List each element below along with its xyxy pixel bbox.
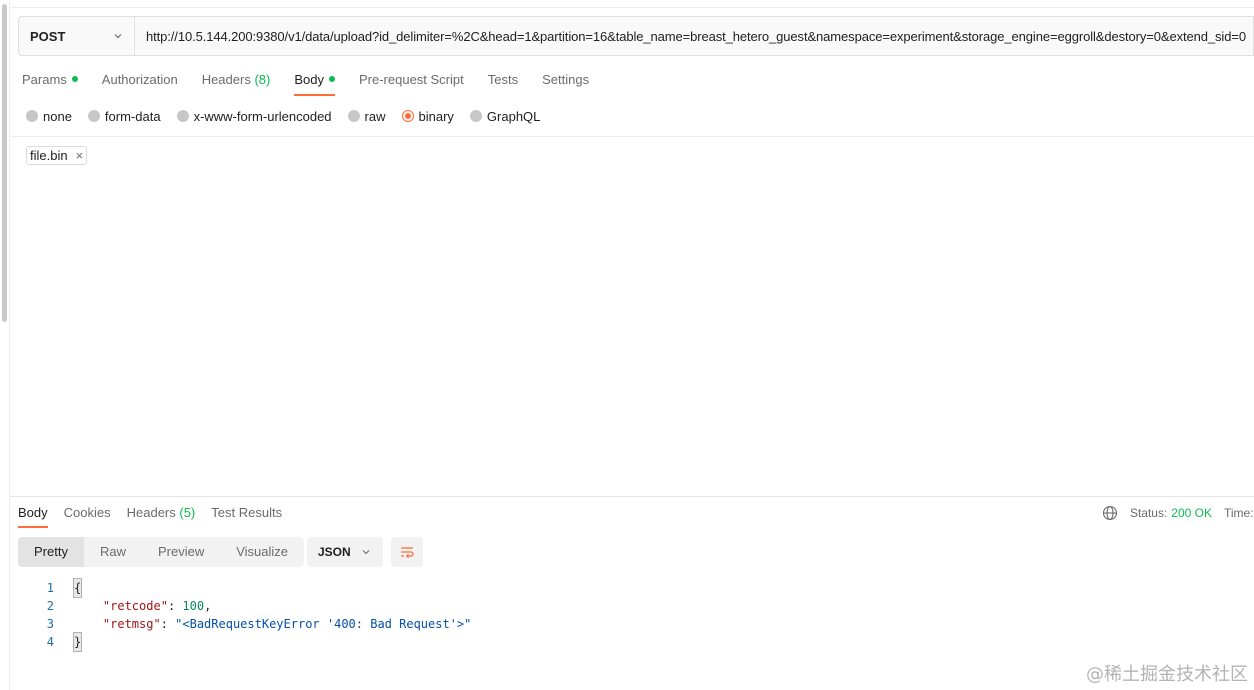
code-line: 1{: [18, 578, 471, 598]
close-icon[interactable]: ×: [76, 149, 84, 162]
tab-label: Body: [294, 72, 324, 87]
tab-label: Params: [22, 72, 67, 87]
wrap-lines-icon: [401, 547, 414, 559]
method-label: POST: [30, 28, 66, 44]
body-type-radios: none form-data x-www-form-urlencoded raw…: [26, 106, 556, 126]
line-number: 2: [46, 599, 54, 613]
active-dot-icon: [71, 76, 78, 82]
radio-selected-icon: [401, 110, 414, 122]
globe-icon[interactable]: [1102, 505, 1118, 521]
radio-binary[interactable]: binary: [401, 108, 454, 124]
method-select[interactable]: POST: [19, 17, 135, 55]
status-value[interactable]: 200 OK: [1171, 506, 1212, 520]
divider: [10, 496, 1254, 497]
active-dot-icon: [328, 76, 335, 82]
wrap-lines-button[interactable]: [391, 537, 423, 567]
chevron-down-icon: [362, 550, 370, 555]
resp-tab-cookies[interactable]: Cookies: [64, 500, 111, 528]
radio-icon: [469, 110, 482, 122]
radio-label: GraphQL: [486, 108, 541, 124]
tab-headers[interactable]: Headers (8): [202, 66, 271, 96]
radio-none[interactable]: none: [26, 109, 72, 124]
json-key: "retmsg": [102, 617, 161, 631]
chevron-down-icon: [114, 34, 122, 39]
file-chip[interactable]: file.bin ×: [26, 146, 88, 165]
watermark: @稀土掘金技术社区: [1086, 664, 1248, 685]
radio-label: raw: [364, 108, 386, 124]
radio-icon: [347, 110, 360, 122]
tab-count: (5): [179, 505, 196, 520]
tab-pre-request-script[interactable]: Pre-request Script: [359, 66, 464, 96]
resp-tab-body[interactable]: Body: [18, 500, 48, 528]
response-status: Status: 200 OK Time:: [1102, 503, 1254, 523]
time-label: Time:: [1224, 506, 1254, 520]
view-mode-segmented: Pretty Raw Preview Visualize: [18, 537, 305, 567]
code-line: 2 "retcode": 100,: [18, 597, 471, 615]
radio-raw[interactable]: raw: [347, 108, 386, 124]
tab-label: Authorization: [101, 72, 178, 87]
radio-label: binary: [418, 108, 454, 124]
radio-x-www-form-urlencoded[interactable]: x-www-form-urlencoded: [176, 108, 332, 124]
left-scrollbar[interactable]: [0, 0, 10, 690]
status-label: Status:: [1129, 506, 1168, 520]
resp-tab-test-results[interactable]: Test Results: [211, 500, 282, 528]
line-number: 4: [46, 635, 54, 649]
json-key: "retcode": [102, 599, 168, 613]
radio-form-data[interactable]: form-data: [87, 108, 161, 124]
divider: [10, 7, 1254, 8]
tab-label: Cookies: [63, 505, 111, 520]
tab-settings[interactable]: Settings: [542, 66, 589, 96]
response-tabs: Body Cookies Headers (5) Test Results: [18, 500, 298, 528]
response-code[interactable]: 1{ 2 "retcode": 100, 3 "retmsg": "<BadRe…: [18, 578, 472, 652]
format-label: JSON: [318, 545, 351, 559]
json-brace: {: [72, 578, 83, 598]
tab-count: (8): [254, 72, 271, 87]
tab-label: Settings: [542, 72, 590, 87]
divider: [10, 136, 1254, 137]
tab-label: Body: [18, 505, 48, 520]
tab-tests[interactable]: Tests: [488, 66, 518, 96]
code-line: 4}: [18, 632, 471, 652]
tab-body[interactable]: Body: [294, 66, 335, 96]
json-string: "<BadRequestKeyError '400: Bad Request'>…: [175, 617, 472, 631]
tab-label: Headers: [201, 72, 251, 87]
tab-label: Tests: [487, 72, 519, 87]
scroll-thumb[interactable]: [2, 4, 7, 322]
radio-label: form-data: [104, 108, 161, 124]
json-brace: }: [72, 632, 83, 652]
radio-graphql[interactable]: GraphQL: [469, 108, 541, 124]
radio-label: x-www-form-urlencoded: [193, 108, 332, 124]
tab-params[interactable]: Params: [22, 66, 78, 96]
radio-icon: [87, 110, 100, 122]
format-select[interactable]: JSON: [307, 537, 383, 567]
radio-icon: [26, 110, 38, 122]
view-visualize[interactable]: Visualize: [220, 537, 304, 567]
tab-authorization[interactable]: Authorization: [102, 66, 178, 96]
tab-label: Test Results: [211, 505, 283, 520]
tab-label: Pre-request Script: [358, 72, 464, 87]
view-preview[interactable]: Preview: [142, 537, 220, 567]
request-url-bar: POST http://10.5.144.200:9380/v1/data/up…: [18, 16, 1254, 56]
url-input[interactable]: http://10.5.144.200:9380/v1/data/upload?…: [135, 17, 1253, 55]
resp-tab-headers[interactable]: Headers (5): [127, 500, 196, 528]
code-line: 3 "retmsg": "<BadRequestKeyError '400: B…: [18, 615, 472, 633]
file-name: file.bin: [30, 148, 68, 163]
view-raw[interactable]: Raw: [84, 537, 142, 567]
radio-icon: [176, 110, 189, 122]
view-pretty[interactable]: Pretty: [18, 537, 84, 567]
tab-label: Headers: [126, 505, 176, 520]
line-number: 3: [46, 617, 54, 631]
radio-label: none: [43, 108, 72, 124]
request-tabs: Params Authorization Headers (8) Body Pr…: [22, 66, 613, 96]
json-number: 100: [182, 599, 205, 613]
line-number: 1: [46, 581, 54, 595]
